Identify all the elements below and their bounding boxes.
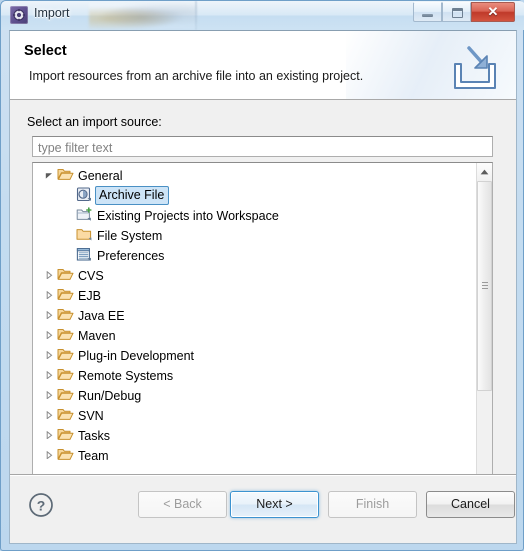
- dialog-client-area: Select Import resources from an archive …: [9, 30, 517, 544]
- scroll-up-button[interactable]: [477, 163, 492, 180]
- tree-item-label: EJB: [78, 288, 101, 303]
- finish-button[interactable]: Finish: [328, 491, 417, 518]
- folder-open-icon: [57, 367, 74, 383]
- gear-icon: [13, 9, 25, 21]
- tree-item-plug-in-development[interactable]: Plug-in Development: [33, 345, 476, 365]
- tree-item-label: Maven: [78, 328, 116, 343]
- caret-up-icon: [480, 169, 489, 175]
- folder-open-icon: [57, 287, 74, 303]
- preferences-icon: [76, 247, 93, 263]
- twisty-collapsed-icon[interactable]: [41, 425, 57, 445]
- aero-glass-blur: [89, 3, 197, 29]
- wizard-banner: Select Import resources from an archive …: [10, 31, 516, 100]
- dialog-body: Select an import source: General Archive …: [10, 100, 516, 525]
- tree-item-label: SVN: [78, 408, 104, 423]
- minimize-icon: [422, 14, 433, 17]
- window-title: Import: [34, 6, 70, 20]
- tree-vertical-scrollbar[interactable]: [476, 163, 492, 524]
- tree-item-preferences[interactable]: Preferences: [33, 245, 476, 265]
- folder-open-icon: [57, 327, 74, 343]
- tree-item-remote-systems[interactable]: Remote Systems: [33, 365, 476, 385]
- folder-open-icon: [57, 307, 74, 323]
- tree-item-maven[interactable]: Maven: [33, 325, 476, 345]
- import-source-tree[interactable]: General Archive File Existing Projects int…: [32, 162, 493, 525]
- tree-item-label: Archive File: [95, 185, 170, 205]
- tree-item-file-system[interactable]: File System: [33, 225, 476, 245]
- next-button[interactable]: Next >: [230, 491, 319, 518]
- tree-item-label: General: [78, 168, 123, 183]
- twisty-collapsed-icon[interactable]: [41, 325, 57, 345]
- maximize-button[interactable]: [442, 2, 471, 22]
- import-source-label: Select an import source:: [27, 115, 162, 129]
- dialog-button-bar: ? < Back Next > Finish Cancel: [10, 474, 516, 543]
- tree-item-archive-file[interactable]: Archive File: [33, 185, 476, 205]
- tree-rows-container: General Archive File Existing Projects int…: [33, 165, 476, 465]
- help-button[interactable]: ?: [28, 492, 54, 518]
- aero-glass-edge: [195, 1, 197, 30]
- tree-item-label: CVS: [78, 268, 104, 283]
- twisty-collapsed-icon[interactable]: [41, 305, 57, 325]
- folder-open-icon: [57, 407, 74, 423]
- tree-item-team[interactable]: Team: [33, 445, 476, 465]
- folder-open-icon: [57, 427, 74, 443]
- twisty-collapsed-icon[interactable]: [41, 445, 57, 465]
- tree-item-ejb[interactable]: EJB: [33, 285, 476, 305]
- maximize-icon: [452, 8, 463, 18]
- tree-item-existing-projects-into-workspace[interactable]: Existing Projects into Workspace: [33, 205, 476, 225]
- page-title: Select: [24, 43, 67, 59]
- twisty-collapsed-icon[interactable]: [41, 365, 57, 385]
- close-button[interactable]: ✕: [471, 2, 515, 22]
- tree-item-label: Existing Projects into Workspace: [97, 208, 279, 223]
- tree-item-label: Team: [78, 448, 109, 463]
- filter-input[interactable]: [32, 136, 493, 157]
- folder-open-icon: [57, 267, 74, 283]
- twisty-collapsed-icon[interactable]: [41, 265, 57, 285]
- twisty-collapsed-icon[interactable]: [41, 405, 57, 425]
- tree-item-label: Remote Systems: [78, 368, 174, 383]
- tree-item-label: Tasks: [78, 428, 110, 443]
- close-icon: ✕: [487, 4, 499, 19]
- tree-item-svn[interactable]: SVN: [33, 405, 476, 425]
- tree-item-label: Preferences: [97, 248, 165, 263]
- existing-projects-icon: [76, 207, 93, 223]
- tree-item-label: Plug-in Development: [78, 348, 195, 363]
- cancel-button[interactable]: Cancel: [426, 491, 515, 518]
- import-wizard-icon: [10, 6, 28, 24]
- svg-text:?: ?: [37, 498, 46, 514]
- folder-open-icon: [57, 347, 74, 363]
- archive-file-icon: [76, 187, 93, 203]
- tree-item-label: Run/Debug: [78, 388, 142, 403]
- scrollbar-grip-icon: [482, 282, 488, 290]
- minimize-button[interactable]: [413, 2, 442, 22]
- back-button[interactable]: < Back: [138, 491, 227, 518]
- folder-open-icon: [57, 387, 74, 403]
- twisty-collapsed-icon[interactable]: [41, 345, 57, 365]
- tree-item-java-ee[interactable]: Java EE: [33, 305, 476, 325]
- tree-item-run-debug[interactable]: Run/Debug: [33, 385, 476, 405]
- import-arrow-into-tray-icon: [454, 46, 496, 89]
- page-description: Import resources from an archive file in…: [29, 69, 364, 83]
- tree-item-label: File System: [97, 228, 163, 243]
- twisty-expanded-icon[interactable]: [41, 165, 57, 185]
- window-title-bar[interactable]: Import ✕: [1, 1, 524, 30]
- tree-item-tasks[interactable]: Tasks: [33, 425, 476, 445]
- tree-item-cvs[interactable]: CVS: [33, 265, 476, 285]
- twisty-collapsed-icon[interactable]: [41, 285, 57, 305]
- import-dialog-window: Import ✕ Select Import resources from an…: [0, 0, 524, 551]
- folder-closed-icon: [76, 227, 93, 243]
- folder-open-icon: [57, 447, 74, 463]
- twisty-collapsed-icon[interactable]: [41, 385, 57, 405]
- tree-item-general[interactable]: General: [33, 165, 476, 185]
- tree-item-label: Java EE: [78, 308, 125, 323]
- scrollbar-thumb[interactable]: [477, 181, 492, 391]
- folder-open-icon: [57, 167, 74, 183]
